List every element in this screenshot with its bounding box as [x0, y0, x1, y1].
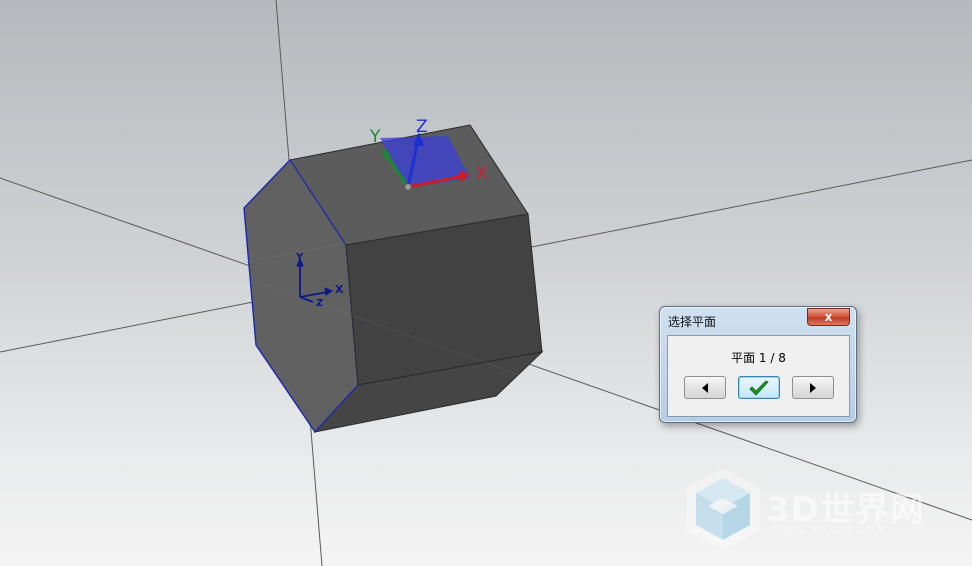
watermark-logo: [686, 468, 760, 550]
checkmark-icon: [749, 380, 769, 396]
y-axis-knob: [382, 151, 390, 159]
x-axis-label: X: [476, 164, 488, 184]
select-plane-dialog[interactable]: 选择平面 x 平面 1 / 8: [659, 306, 857, 423]
z-axis-label: Z: [416, 117, 428, 137]
dialog-body: 平面 1 / 8: [667, 335, 850, 417]
plane-counter-label: 平面 1 / 8: [731, 351, 786, 365]
small-y-label: Y: [295, 252, 304, 263]
close-button[interactable]: x: [807, 308, 850, 326]
watermark-subtext: WWW.3DSJW.COM: [770, 525, 887, 536]
watermark-text: 3D世界网: [766, 490, 925, 530]
y-axis-label: Y: [369, 127, 381, 147]
confirm-button[interactable]: [738, 376, 780, 399]
small-x-label: X: [335, 283, 344, 296]
next-plane-button[interactable]: [792, 376, 834, 399]
triangle-right-icon: [810, 382, 816, 393]
3d-viewport[interactable]: X Y Z Y X Z 3D世界网 WWW.3DSJW.COM: [0, 0, 972, 566]
dialog-title: 选择平面: [668, 315, 717, 329]
triangle-left-icon: [702, 382, 708, 393]
triad-origin: [404, 183, 412, 191]
close-icon: x: [824, 310, 833, 324]
solid-body[interactable]: [243, 124, 544, 434]
previous-plane-button[interactable]: [684, 376, 726, 399]
small-z-label: Z: [316, 298, 323, 309]
